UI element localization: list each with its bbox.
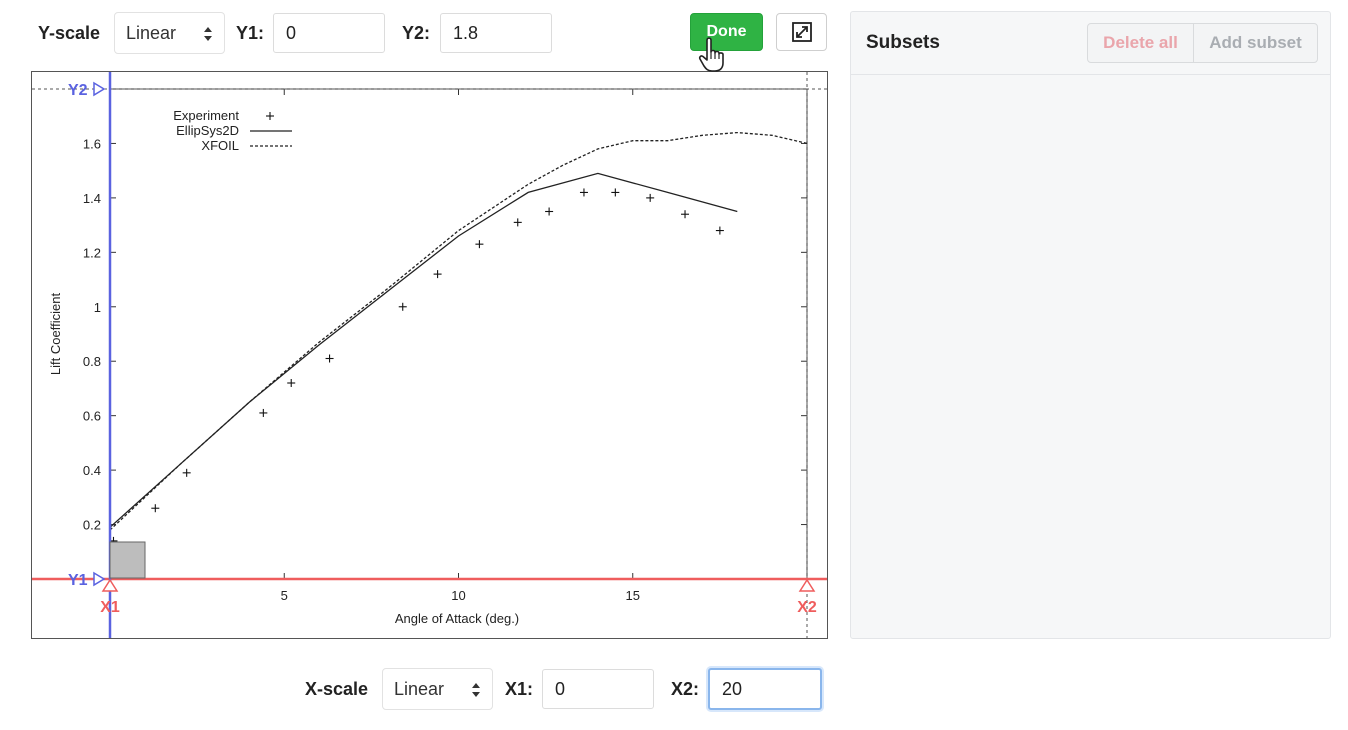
y-tick-label: 1.2 xyxy=(83,245,101,260)
data-point xyxy=(513,218,522,227)
legend-label: Experiment xyxy=(173,108,239,123)
xscale-value: Linear xyxy=(394,678,445,699)
plot-frame xyxy=(109,88,808,580)
hand-cursor-icon xyxy=(698,37,724,72)
yscale-select[interactable]: Linear xyxy=(114,12,225,54)
x-tick-label: 10 xyxy=(451,588,465,603)
y-tick-label: 0.2 xyxy=(83,518,101,533)
select-arrows-icon xyxy=(472,683,480,697)
series-line-ellipsys2d xyxy=(109,172,738,528)
select-arrows-icon xyxy=(204,27,212,41)
y1-input[interactable] xyxy=(273,13,385,53)
data-point xyxy=(398,302,407,311)
subsets-title: Subsets xyxy=(866,32,940,53)
data-point xyxy=(681,210,690,219)
x2-marker-handle xyxy=(798,578,816,592)
legend-label: XFOIL xyxy=(201,138,239,153)
data-point xyxy=(545,207,554,216)
expand-icon xyxy=(791,22,812,42)
y1-marker-handle xyxy=(93,571,106,587)
x-axis-label: Angle of Attack (deg.) xyxy=(395,611,519,626)
expand-button[interactable] xyxy=(776,13,827,51)
data-point xyxy=(715,226,724,235)
y2-marker-label: Y2 xyxy=(68,82,88,99)
x2-input[interactable] xyxy=(708,668,822,710)
subsets-button-group: Delete all Add subset xyxy=(1087,23,1318,63)
x-tick-label: 5 xyxy=(281,588,288,603)
data-point xyxy=(287,379,296,387)
data-point xyxy=(611,188,620,197)
data-point xyxy=(475,240,484,249)
data-point xyxy=(579,188,588,197)
y-tick-label: 0.8 xyxy=(83,354,101,369)
xscale-label: X-scale xyxy=(305,679,369,699)
y2-label: Y2: xyxy=(402,23,431,43)
x2-label: X2: xyxy=(671,679,700,699)
magnifier-box xyxy=(109,541,146,579)
subsets-panel: Subsets Delete all Add subset xyxy=(850,11,1331,639)
y-tick-label: 1.6 xyxy=(83,136,101,151)
y2-input[interactable] xyxy=(440,13,552,53)
y-tick-label: 1 xyxy=(94,300,101,315)
data-point xyxy=(266,112,274,120)
x1-label: X1: xyxy=(505,679,534,699)
legend-label: EllipSys2D xyxy=(176,123,239,138)
data-point xyxy=(151,504,160,513)
yscale-value: Linear xyxy=(126,22,177,43)
y2-marker-handle xyxy=(93,81,106,97)
plot-canvas[interactable]: 0.2 0.4 0.6 0.8 1 1.2 1.4 1.6 5 10 15 Angle of Atta… xyxy=(31,71,828,639)
y-tick-label: 1.4 xyxy=(83,191,101,206)
y-tick-label: 0.6 xyxy=(83,409,101,424)
yscale-label: Y-scale xyxy=(38,23,101,43)
data-point xyxy=(433,270,442,279)
delete-all-button[interactable]: Delete all xyxy=(1088,24,1194,62)
chart: 0.2 0.4 0.6 0.8 1 1.2 1.4 1.6 5 10 15 Angle of Atta… xyxy=(32,72,827,638)
x1-input[interactable] xyxy=(542,669,654,709)
x2-marker-label: X2 xyxy=(797,599,817,616)
x1-marker-handle xyxy=(101,578,119,592)
y-axis-label: Lift Coefficient xyxy=(48,293,63,376)
x-tick-label: 15 xyxy=(626,588,640,603)
y1-marker-label: Y1 xyxy=(68,572,88,589)
subsets-header: Subsets Delete all Add subset xyxy=(851,12,1330,75)
add-subset-button[interactable]: Add subset xyxy=(1194,24,1317,62)
series-line-xfoil xyxy=(109,131,808,531)
y1-label: Y1: xyxy=(236,23,265,43)
x1-marker-label: X1 xyxy=(100,599,120,616)
data-point xyxy=(182,468,191,477)
data-point xyxy=(325,354,334,363)
y-tick-label: 0.4 xyxy=(83,463,101,478)
data-point xyxy=(646,193,655,202)
xscale-select[interactable]: Linear xyxy=(382,668,493,710)
data-point xyxy=(259,408,268,417)
